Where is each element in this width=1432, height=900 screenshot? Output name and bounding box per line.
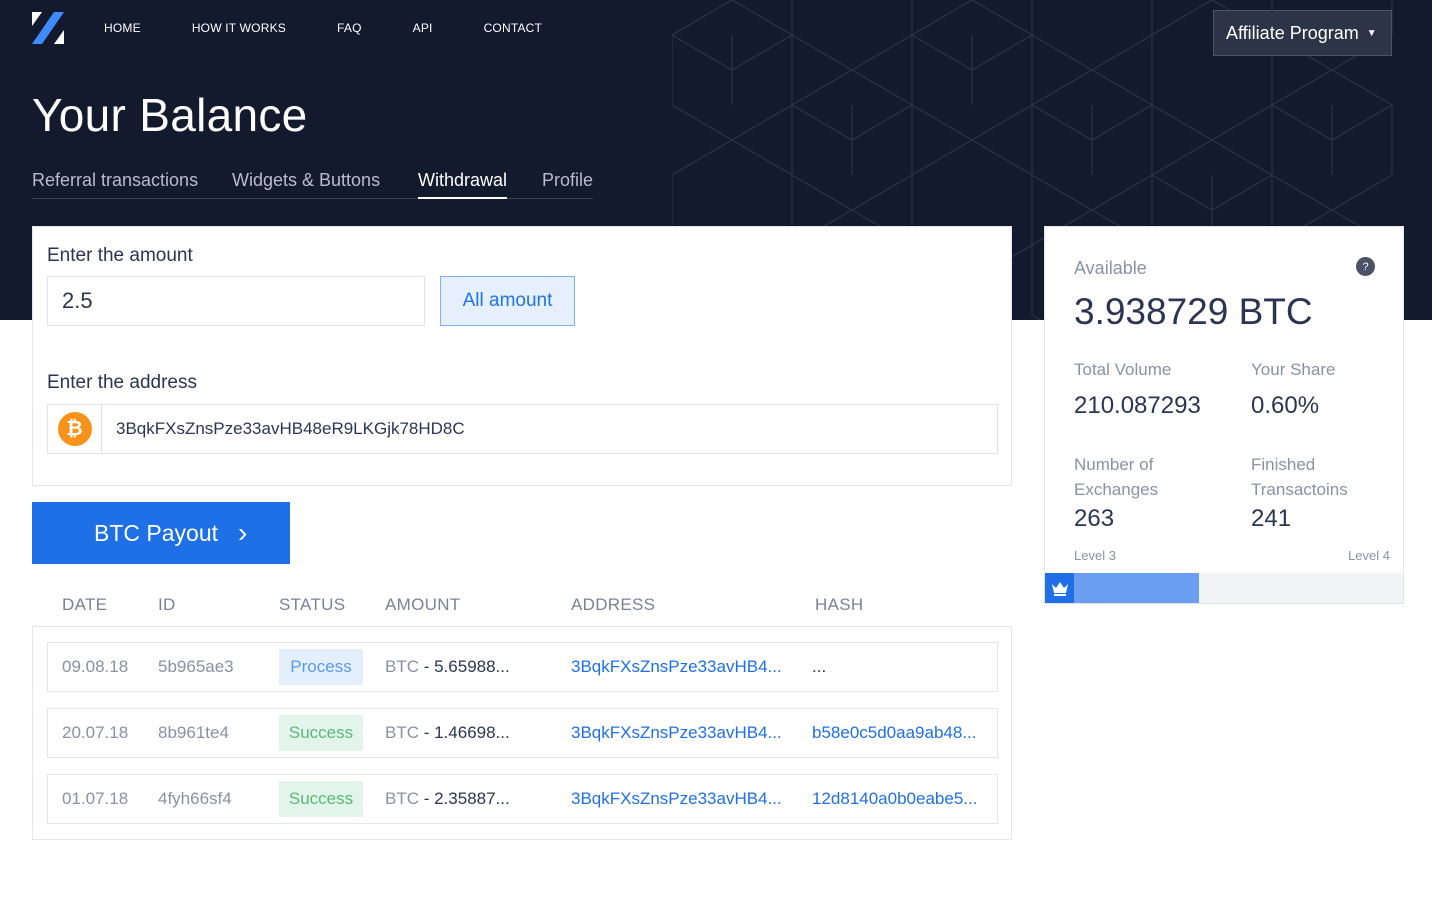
caret-down-icon: ▼ [1366,27,1377,39]
status-badge: Success [279,781,363,817]
column-header-address: ADDRESS [571,595,656,614]
cell-address-link[interactable]: 3BqkFXsZnsPze33avHB4... [571,723,782,743]
finished-label-line1: Finished [1251,455,1316,474]
all-amount-button[interactable]: All amount [440,276,575,326]
available-label: Available [1074,258,1147,278]
cell-date: 20.07.18 [62,723,129,742]
cell-date: 01.07.18 [62,789,129,808]
column-header-status: STATUS [279,595,346,614]
affiliate-label: Affiliate Program [1226,22,1359,43]
withdrawal-history-table: 09.08.18 5b965ae3 Process BTC - 5.65988.… [32,626,1012,840]
level-next: Level 4 [1348,548,1390,563]
status-badge: Process [279,649,363,685]
level-current: Level 3 [1074,548,1116,563]
chevron-right-icon: › [238,517,248,548]
nav-home[interactable]: HOME [104,21,141,35]
currency-box: ₿ [48,405,102,453]
table-row[interactable]: 20.07.18 8b961te4 Success BTC - 1.46698.… [47,708,998,758]
cell-address-link[interactable]: 3BqkFXsZnsPze33avHB4... [571,789,782,809]
your-share-value: 0.60% [1251,392,1320,419]
address-value: 3BqkFXsZnsPze33avHB48eR9LKGjk78HD8C [116,419,465,438]
tab-widgets-buttons[interactable]: Widgets & Buttons [232,170,380,199]
finished-value: 241 [1251,505,1292,532]
column-header-amount: AMOUNT [385,595,461,614]
cell-address-link[interactable]: 3BqkFXsZnsPze33avHB4... [571,657,782,677]
bitcoin-icon: ₿ [57,412,92,446]
level-progress-bar [1045,573,1403,603]
exchanges-value: 263 [1074,505,1115,532]
column-header-date: DATE [62,595,108,614]
your-share-label: Your Share [1251,360,1336,379]
cell-date: 09.08.18 [62,657,129,676]
cell-id: 4fyh66sf4 [158,789,232,808]
cell-amount-value: - 5.65988... [419,657,510,676]
nav-api[interactable]: API [413,21,433,35]
finished-label-line2: Transactoins [1251,480,1348,499]
balance-card: Available ? 3.938729 BTC Total Volume 21… [1044,226,1404,604]
page-title: Your Balance [32,89,308,141]
tab-profile[interactable]: Profile [542,170,593,199]
address-label: Enter the address [47,372,197,393]
cell-amount-value: - 1.46698... [419,723,510,742]
cell-hash: ... [812,657,827,676]
exchanges-label-line2: Exchanges [1074,480,1159,499]
finished-label: Finished Transactoins [1251,452,1348,502]
withdrawal-form: Enter the amount 2.5 All amount Enter th… [32,226,1012,486]
exchanges-label: Number of Exchanges [1074,452,1158,502]
tab-referral-transactions[interactable]: Referral transactions [32,170,198,199]
cell-hash-link[interactable]: 12d8140a0b0eabe5... [812,789,977,809]
tab-bar: Referral transactions Widgets & Buttons … [32,170,593,199]
exchanges-label-line1: Number of [1074,455,1154,474]
cell-currency: BTC [385,723,419,742]
table-row[interactable]: 09.08.18 5b965ae3 Process BTC - 5.65988.… [47,642,998,692]
amount-label: Enter the amount [47,245,193,266]
top-navigation: HOME HOW IT WORKS FAQ API CONTACT [104,21,593,35]
nav-faq[interactable]: FAQ [337,21,362,35]
affiliate-program-dropdown[interactable]: Affiliate Program ▼ [1213,10,1392,56]
cell-amount: BTC - 2.35887... [385,789,510,809]
cell-currency: BTC [385,789,419,808]
address-input[interactable]: ₿ 3BqkFXsZnsPze33avHB48eR9LKGjk78HD8C [47,404,998,454]
total-volume-value: 210.087293 [1074,392,1201,419]
amount-input[interactable]: 2.5 [47,276,425,326]
total-volume-label: Total Volume [1074,360,1172,379]
column-header-hash: HASH [815,595,864,614]
cell-currency: BTC [385,657,419,676]
nav-how-it-works[interactable]: HOW IT WORKS [192,21,286,35]
cell-amount: BTC - 5.65988... [385,657,510,677]
nav-contact[interactable]: CONTACT [484,21,543,35]
btc-payout-button[interactable]: BTC Payout › [32,502,290,564]
cell-id: 8b961te4 [158,723,229,742]
column-header-id: ID [158,595,176,614]
cell-amount-value: - 2.35887... [419,789,510,808]
crown-icon [1045,573,1074,603]
cell-hash-link[interactable]: b58e0c5d0aa9ab48... [812,723,977,743]
logo-icon[interactable] [32,12,64,44]
payout-label: BTC Payout [94,519,218,546]
available-balance: 3.938729 BTC [1074,291,1313,332]
cell-amount: BTC - 1.46698... [385,723,510,743]
status-badge: Success [279,715,363,751]
help-icon[interactable]: ? [1356,257,1375,276]
tab-withdrawal[interactable]: Withdrawal [418,170,508,199]
cell-id: 5b965ae3 [158,657,234,676]
table-row[interactable]: 01.07.18 4fyh66sf4 Success BTC - 2.35887… [47,774,998,824]
